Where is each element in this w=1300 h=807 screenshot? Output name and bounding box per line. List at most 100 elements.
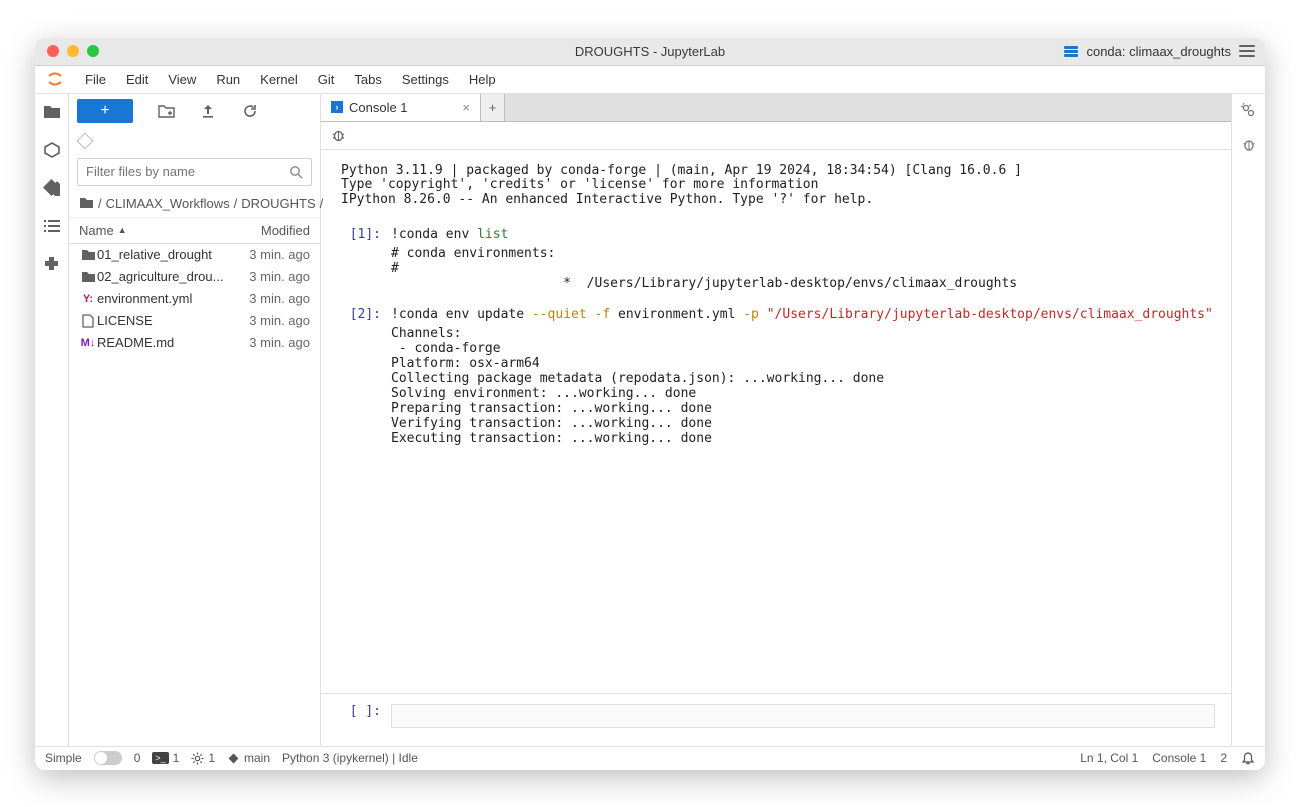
new-tab-button[interactable]: +: [481, 94, 505, 121]
file-modified: 3 min. ago: [230, 291, 310, 306]
debugger-icon[interactable]: [1241, 137, 1257, 153]
filebrowser-toolbar: +: [69, 94, 320, 128]
cell-code: !conda env update --quiet -f environment…: [391, 308, 1213, 323]
file-name: README.md: [97, 335, 230, 350]
file-modified: 3 min. ago: [230, 313, 310, 328]
menu-kernel[interactable]: Kernel: [250, 68, 308, 91]
filebrowser-panel: + /: [69, 94, 321, 746]
breadcrumb-item[interactable]: DROUGHTS: [241, 196, 315, 211]
window-title: DROUGHTS - JupyterLab: [35, 44, 1265, 59]
file-modified: 3 min. ago: [230, 247, 310, 262]
status-ln-col[interactable]: Ln 1, Col 1: [1080, 751, 1138, 765]
menu-edit[interactable]: Edit: [116, 68, 158, 91]
status-branch[interactable]: main: [227, 751, 270, 765]
statusbar: Simple 0 >_ 1 1 main Python 3 (ipykernel…: [35, 746, 1265, 770]
tabbar: › Console 1 × +: [321, 94, 1231, 122]
bug-icon[interactable]: [331, 128, 346, 143]
app-window: DROUGHTS - JupyterLab conda: climaax_dro…: [35, 38, 1265, 770]
gear-icon: [191, 752, 204, 765]
cell-prompt: [1]:: [337, 228, 391, 243]
console-cell: [2]: !conda env update --quiet -f enviro…: [337, 308, 1215, 323]
console-icon: ›: [331, 101, 343, 113]
upload-button[interactable]: [199, 102, 217, 120]
status-right-num: 2: [1220, 751, 1227, 765]
mode-label: Simple: [45, 751, 82, 765]
menubar: File Edit View Run Kernel Git Tabs Setti…: [35, 66, 1265, 94]
status-kernels[interactable]: 1: [191, 751, 215, 765]
menu-git[interactable]: Git: [308, 68, 345, 91]
filebrowser-item[interactable]: LICENSE 3 min. ago: [69, 310, 320, 332]
git-status-icon[interactable]: [77, 132, 94, 149]
file-modified: 3 min. ago: [230, 269, 310, 284]
breadcrumbs: / CLIMAAX_Workflows / DROUGHTS /: [69, 190, 320, 218]
status-console[interactable]: Console 1: [1152, 751, 1206, 765]
yaml-icon: Y:: [79, 293, 97, 305]
new-launcher-button[interactable]: +: [77, 99, 133, 123]
console-toolbar: [321, 122, 1231, 150]
tab-console[interactable]: › Console 1 ×: [321, 94, 481, 121]
input-prompt: [ ]:: [337, 704, 391, 719]
file-name: 02_agriculture_drou...: [97, 269, 230, 284]
left-activity-bar: [35, 94, 69, 746]
menu-view[interactable]: View: [158, 68, 206, 91]
status-kernel[interactable]: Python 3 (ipykernel) | Idle: [282, 751, 418, 765]
filebrowser-item[interactable]: 02_agriculture_drou... 3 min. ago: [69, 266, 320, 288]
menu-run[interactable]: Run: [206, 68, 250, 91]
menu-settings[interactable]: Settings: [392, 68, 459, 91]
console-cell: [1]: !conda env list: [337, 228, 1215, 243]
console-banner: Python 3.11.9 | packaged by conda-forge …: [341, 164, 1215, 209]
toc-tab-icon[interactable]: [42, 216, 62, 236]
menu-help[interactable]: Help: [459, 68, 506, 91]
breadcrumb-item[interactable]: CLIMAAX_Workflows: [106, 196, 230, 211]
filebrowser-git-row: [69, 128, 320, 154]
cell-prompt: [2]:: [337, 308, 391, 323]
titlebar: DROUGHTS - JupyterLab conda: climaax_dro…: [35, 38, 1265, 66]
filebrowser-item[interactable]: 01_relative_drought 3 min. ago: [69, 244, 320, 266]
folder-icon[interactable]: [79, 197, 94, 209]
cell-output: # conda environments: # * /Users/Library…: [391, 247, 1215, 292]
console-output[interactable]: Python 3.11.9 | packaged by conda-forge …: [321, 150, 1231, 693]
bell-icon[interactable]: [1241, 751, 1255, 765]
filebrowser-search: [77, 158, 312, 186]
console-input-area: [ ]:: [321, 693, 1231, 746]
sort-asc-icon: ▲: [118, 225, 127, 235]
folder-icon: [79, 271, 97, 283]
running-tab-icon[interactable]: [42, 140, 62, 160]
jupyter-logo-icon: [45, 69, 65, 89]
close-tab-button[interactable]: ×: [462, 100, 470, 115]
cell-code: !conda env list: [391, 228, 508, 243]
terminal-icon: >_: [152, 752, 168, 764]
new-folder-button[interactable]: [157, 102, 175, 120]
markdown-icon: M↓: [79, 337, 97, 349]
file-name: environment.yml: [97, 291, 230, 306]
filebrowser-header-name[interactable]: Name ▲: [69, 223, 234, 238]
filebrowser-list: 01_relative_drought 3 min. ago 02_agricu…: [69, 244, 320, 746]
property-inspector-icon[interactable]: [1240, 102, 1257, 119]
console-input[interactable]: [391, 704, 1215, 728]
file-modified: 3 min. ago: [230, 335, 310, 350]
menu-tabs[interactable]: Tabs: [344, 68, 391, 91]
editor-area: › Console 1 × + Python 3.11.9 | packaged…: [321, 94, 1231, 746]
filebrowser-header-modified[interactable]: Modified: [234, 223, 320, 238]
filebrowser-item[interactable]: Y: environment.yml 3 min. ago: [69, 288, 320, 310]
refresh-button[interactable]: [241, 102, 259, 120]
right-activity-bar: [1231, 94, 1265, 746]
filebrowser-header: Name ▲ Modified: [69, 218, 320, 244]
file-name: 01_relative_drought: [97, 247, 230, 262]
folder-icon: [79, 249, 97, 261]
git-tab-icon[interactable]: [42, 178, 62, 198]
search-icon: [289, 165, 303, 179]
extensions-tab-icon[interactable]: [42, 254, 62, 274]
filebrowser-tab-icon[interactable]: [42, 102, 62, 122]
menu-file[interactable]: File: [75, 68, 116, 91]
file-icon: [79, 314, 97, 328]
filebrowser-item[interactable]: M↓ README.md 3 min. ago: [69, 332, 320, 354]
file-name: LICENSE: [97, 313, 230, 328]
main-area: + /: [35, 94, 1265, 746]
status-tabs[interactable]: 0: [134, 751, 141, 765]
filebrowser-filter-input[interactable]: [86, 164, 289, 179]
simple-mode-toggle[interactable]: [94, 751, 122, 765]
cell-output: Channels: - conda-forge Platform: osx-ar…: [391, 327, 1215, 447]
status-terminals[interactable]: >_ 1: [152, 751, 179, 765]
tab-label: Console 1: [349, 100, 408, 115]
